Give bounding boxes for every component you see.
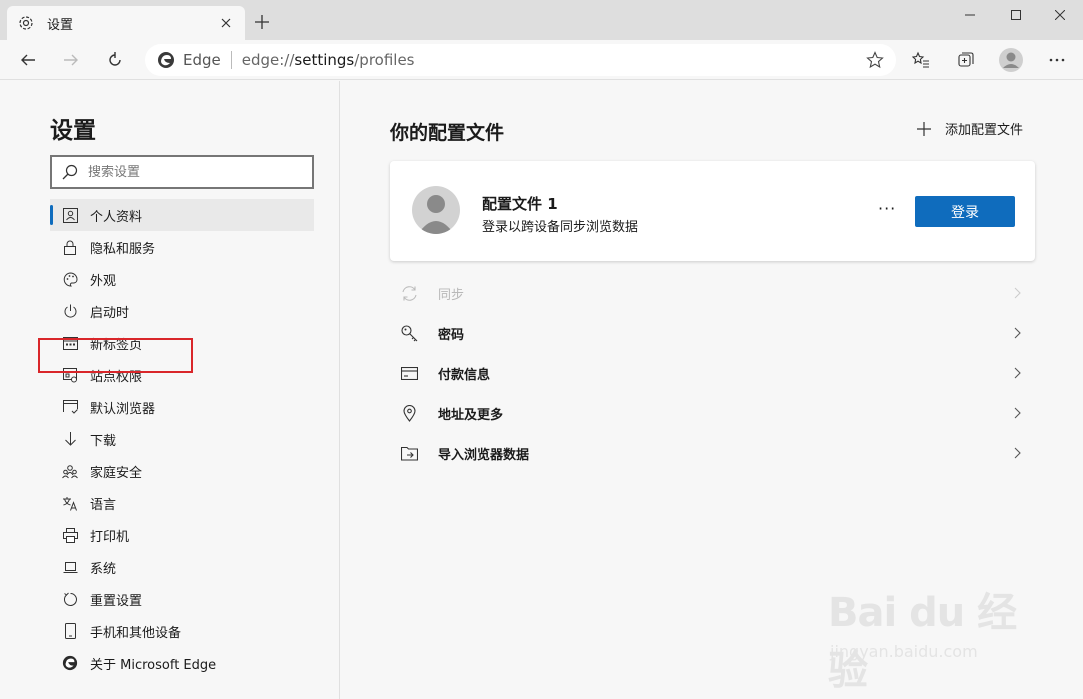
address-brand: Edge <box>183 51 221 69</box>
highlight-box <box>38 338 193 373</box>
tab-title: 设置 <box>47 17 74 33</box>
close-window-button[interactable] <box>1037 0 1083 30</box>
profile-subtitle: 登录以跨设备同步浏览数据 <box>482 220 639 235</box>
signin-button[interactable]: 登录 <box>915 196 1015 227</box>
new-tab-button[interactable] <box>252 12 272 32</box>
reset-icon <box>62 591 78 607</box>
favorite-star-icon[interactable] <box>866 51 884 69</box>
location-pin-icon <box>400 404 418 422</box>
close-tab-icon[interactable] <box>217 14 235 32</box>
phone-icon <box>62 623 78 639</box>
collections-button[interactable] <box>952 46 980 74</box>
chevron-right-icon <box>1014 287 1021 299</box>
watermark-site: jingyan.baidu.com <box>830 642 978 661</box>
sidebar-item-appearance[interactable]: 外观 <box>50 263 314 295</box>
page-title: 你的配置文件 <box>390 122 505 144</box>
tab-settings[interactable]: 设置 <box>7 6 245 40</box>
palette-icon <box>62 271 78 287</box>
printer-icon <box>62 527 78 543</box>
laptop-icon <box>62 559 78 575</box>
row-passwords[interactable]: 密码 <box>390 313 1035 353</box>
chevron-right-icon <box>1014 367 1021 379</box>
tab-strip: 设置 <box>0 0 1083 40</box>
sidebar-item-privacy[interactable]: 隐私和服务 <box>50 231 314 263</box>
search-input[interactable] <box>88 164 288 180</box>
sidebar-item-family[interactable]: 家庭安全 <box>50 455 314 487</box>
avatar <box>412 186 460 234</box>
sidebar-item-startup[interactable]: 启动时 <box>50 295 314 327</box>
power-icon <box>62 303 78 319</box>
sidebar-item-system[interactable]: 系统 <box>50 551 314 583</box>
settings-sidebar: 设置 个人资料 隐私和服务 外观 启动时 新标签页 站点权限 <box>0 81 340 699</box>
sidebar-item-reset[interactable]: 重置设置 <box>50 583 314 615</box>
address-bar[interactable]: Edge edge://settings/profiles <box>145 44 896 76</box>
gear-icon <box>17 14 35 32</box>
search-icon <box>62 164 78 180</box>
profile-card: 配置文件 1 登录以跨设备同步浏览数据 ··· 登录 <box>390 161 1035 261</box>
sidebar-item-languages[interactable]: 语言 <box>50 487 314 519</box>
browser-toolbar: Edge edge://settings/profiles <box>0 40 1083 80</box>
chevron-right-icon <box>1014 327 1021 339</box>
address-url[interactable]: edge://settings/profiles <box>242 51 415 69</box>
sidebar-item-about[interactable]: 关于 Microsoft Edge <box>50 647 314 679</box>
profile-avatar-button[interactable] <box>997 46 1025 74</box>
profile-settings-list: 同步 密码 付款信息 地址及更多 导入浏览器数据 <box>390 273 1035 473</box>
more-menu-button[interactable] <box>1043 46 1071 74</box>
profile-name: 配置文件 1 <box>482 195 558 213</box>
minimize-button[interactable] <box>947 0 993 30</box>
sync-icon <box>400 284 418 302</box>
add-profile-label: 添加配置文件 <box>944 123 1023 138</box>
row-sync[interactable]: 同步 <box>390 273 1035 313</box>
settings-title: 设置 <box>50 118 96 144</box>
download-icon <box>62 431 78 447</box>
refresh-button[interactable] <box>101 46 129 74</box>
back-button[interactable] <box>14 46 42 74</box>
language-icon <box>62 495 78 511</box>
import-icon <box>400 444 418 462</box>
default-browser-icon <box>62 399 78 415</box>
sidebar-item-printers[interactable]: 打印机 <box>50 519 314 551</box>
settings-nav: 个人资料 隐私和服务 外观 启动时 新标签页 站点权限 默认浏览器 下载 家庭安… <box>50 199 314 679</box>
row-import-data[interactable]: 导入浏览器数据 <box>390 433 1035 473</box>
credit-card-icon <box>400 364 418 382</box>
sidebar-item-default-browser[interactable]: 默认浏览器 <box>50 391 314 423</box>
address-separator <box>230 51 232 69</box>
edge-logo-icon <box>158 52 174 68</box>
search-box[interactable] <box>50 155 314 189</box>
chevron-right-icon <box>1014 447 1021 459</box>
profile-card-icon <box>62 207 78 223</box>
forward-button[interactable] <box>57 46 85 74</box>
row-payment-info[interactable]: 付款信息 <box>390 353 1035 393</box>
sidebar-item-downloads[interactable]: 下载 <box>50 423 314 455</box>
sidebar-item-phone[interactable]: 手机和其他设备 <box>50 615 314 647</box>
sidebar-item-profiles[interactable]: 个人资料 <box>50 199 314 231</box>
edge-logo-icon <box>62 655 78 671</box>
lock-icon <box>62 239 78 255</box>
row-addresses[interactable]: 地址及更多 <box>390 393 1035 433</box>
profile-more-button[interactable]: ··· <box>878 199 896 218</box>
add-profile-button[interactable]: 添加配置文件 <box>915 119 1023 138</box>
baidu-watermark: Bai du 经验 jingyan.baidu.com <box>828 580 1028 694</box>
favorites-button[interactable] <box>907 46 935 74</box>
plus-icon <box>915 120 933 138</box>
family-icon <box>62 463 78 479</box>
chevron-right-icon <box>1014 407 1021 419</box>
watermark-logo-text: Bai du 经验 <box>828 590 1017 694</box>
maximize-button[interactable] <box>993 0 1039 30</box>
key-icon <box>400 324 418 342</box>
